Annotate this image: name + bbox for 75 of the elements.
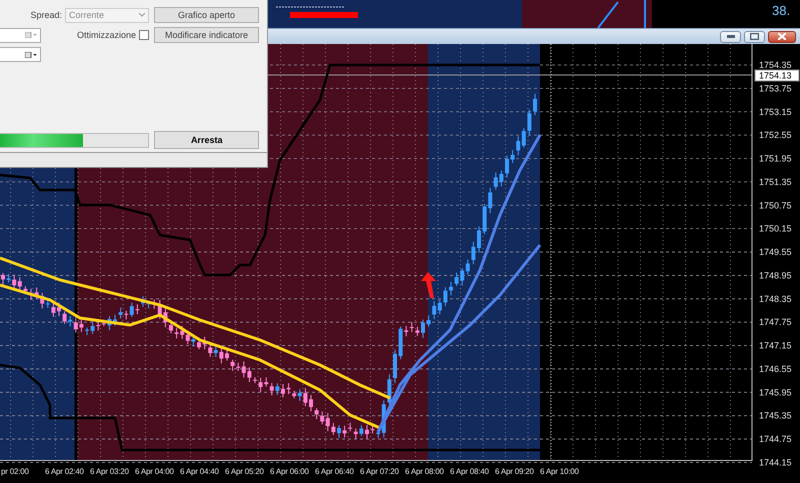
price-label: 1748.35 — [759, 294, 792, 304]
price-label: 1750.75 — [759, 200, 792, 210]
modify-indicator-button[interactable]: Modificare indicatore — [154, 27, 259, 43]
time-label: 6 Apr 04:40 — [180, 467, 219, 476]
background-trend-line — [597, 1, 619, 28]
candle — [113, 314, 117, 326]
caret-icon — [25, 32, 37, 38]
candle — [337, 424, 341, 438]
time-label: 6 Apr 06:00 — [270, 467, 309, 476]
price-label: 1748.95 — [759, 270, 792, 280]
price-label: 1745.95 — [759, 387, 792, 398]
chevron-icon — [139, 13, 145, 17]
price-label: 1749.55 — [759, 247, 792, 258]
candle — [365, 424, 369, 440]
open-chart-button[interactable]: Grafico aperto — [154, 7, 259, 23]
candle — [85, 327, 89, 336]
candle — [57, 302, 61, 316]
dashed-line — [276, 6, 346, 8]
time-label: 6 Apr 08:40 — [450, 467, 489, 476]
caret-icon — [25, 52, 37, 58]
time-label: 6 Apr 06:40 — [315, 467, 354, 476]
candle — [505, 155, 509, 178]
time-label: 6 Apr 04:00 — [135, 467, 174, 476]
optimization-label: Ottimizzazione — [76, 30, 136, 40]
close-button[interactable] — [768, 30, 796, 42]
maximize-button[interactable] — [744, 30, 765, 42]
candle — [253, 376, 257, 384]
price-label: 1750.15 — [759, 224, 792, 234]
price-label: 1747.15 — [759, 340, 792, 351]
stop-button[interactable]: Arresta — [154, 131, 259, 149]
candle — [141, 296, 145, 308]
time-label: 6 Apr 10:00 — [540, 467, 579, 476]
candle — [477, 226, 481, 254]
time-label: 6 Apr 03:20 — [90, 467, 129, 476]
close-icon — [778, 33, 786, 40]
candle — [197, 337, 201, 350]
candle — [169, 322, 173, 334]
candle — [1, 272, 5, 285]
candle — [281, 383, 285, 398]
time-label: 6 Apr 02:40 — [45, 467, 84, 476]
candle — [421, 319, 425, 338]
minimize-icon — [726, 35, 734, 38]
minimize-button[interactable] — [720, 30, 741, 42]
spread-label: Spread: — [30, 10, 62, 20]
candle — [309, 394, 313, 412]
price-label: 1745.35 — [759, 410, 792, 421]
optimization-checkbox[interactable] — [139, 30, 149, 40]
current-price-label: 1754.13 — [754, 70, 800, 82]
time-label: pr 02:00 — [1, 467, 29, 476]
price-label: 1754.35 — [759, 60, 792, 70]
background-reading: 38. — [772, 3, 790, 18]
time-label: 6 Apr 05:20 — [225, 467, 264, 476]
candle — [533, 93, 537, 116]
price-label: 1744.15 — [759, 457, 792, 468]
price-label: 1746.55 — [759, 364, 792, 374]
time-label: 6 Apr 09:20 — [495, 467, 534, 476]
price-label: 1753.75 — [759, 83, 792, 94]
candle — [29, 288, 33, 300]
candle — [225, 348, 229, 362]
background-trend-line — [644, 0, 646, 28]
restore-icon — [750, 33, 759, 40]
time-label: 6 Apr 08:00 — [405, 467, 444, 476]
price-label: 1752.55 — [759, 130, 792, 140]
candle — [449, 281, 453, 296]
candle — [393, 349, 397, 384]
price-label: 1751.35 — [759, 176, 792, 187]
dropdown-field[interactable] — [0, 28, 41, 42]
price-label: 1747.75 — [759, 317, 792, 328]
up-arrow-marker — [421, 272, 436, 298]
time-label: 6 Apr 07:20 — [360, 467, 399, 476]
highlight-bar — [290, 12, 358, 18]
dropdown-field[interactable] — [0, 47, 41, 62]
price-label: 1744.75 — [759, 434, 792, 444]
price-label: 1751.95 — [759, 154, 792, 164]
price-label: 1753.15 — [759, 106, 792, 117]
